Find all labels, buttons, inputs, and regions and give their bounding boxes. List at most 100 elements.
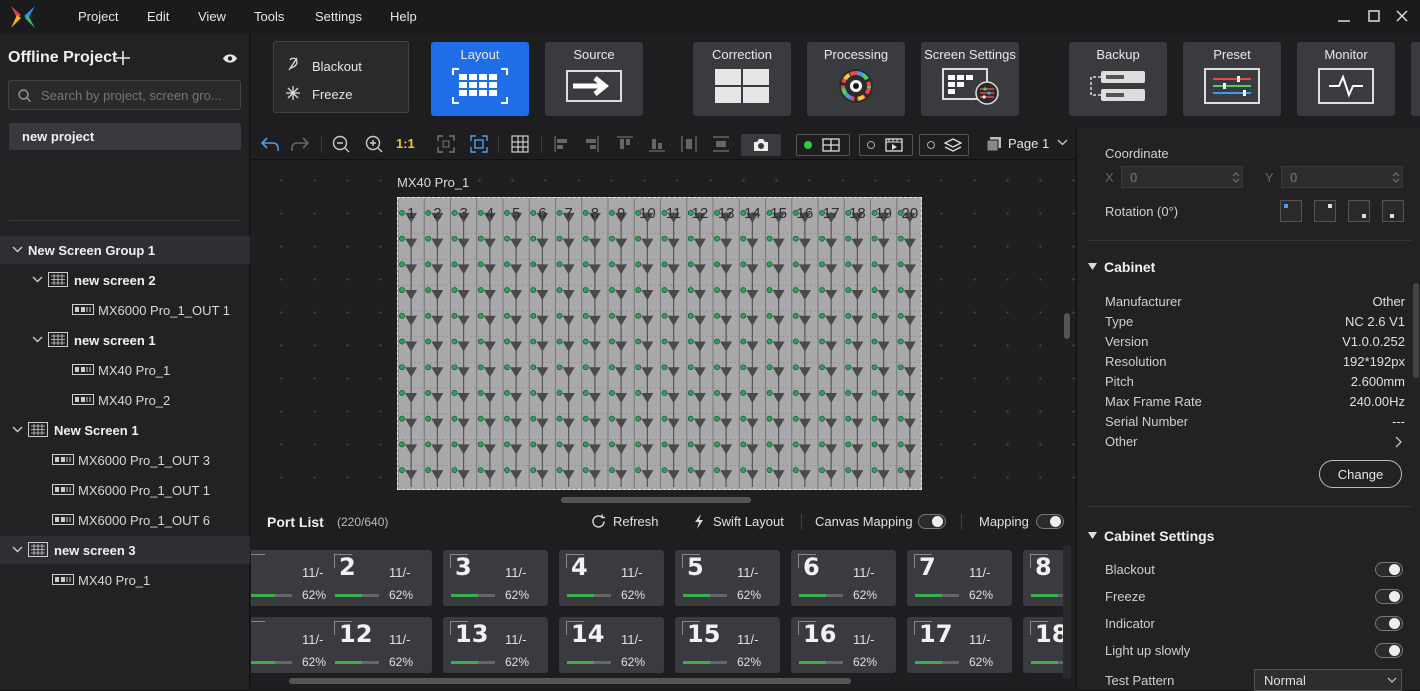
menu-view[interactable]: View (198, 9, 226, 24)
distribute-vertical-icon[interactable] (713, 136, 729, 152)
menu-tools[interactable]: Tools (254, 9, 284, 24)
menu-help[interactable]: Help (390, 9, 417, 24)
chevron-down-icon[interactable] (12, 546, 23, 553)
chevron-down-icon[interactable] (12, 246, 23, 253)
eye-icon[interactable] (222, 53, 238, 64)
origin-top-left-button[interactable] (1280, 200, 1302, 222)
properties-scrollbar[interactable] (1413, 283, 1419, 378)
show-video-toggle[interactable] (859, 134, 913, 156)
tree-item[interactable]: MX6000 Pro_1_OUT 1 (0, 296, 250, 324)
align-right-icon[interactable] (583, 136, 599, 152)
tree-item[interactable]: MX6000 Pro_1_OUT 3 (0, 446, 250, 474)
chevron-down-icon[interactable] (12, 426, 23, 433)
add-icon[interactable] (116, 51, 130, 65)
redo-icon[interactable] (291, 136, 309, 152)
tree-item[interactable]: new screen 1 (0, 326, 250, 354)
tab-preset[interactable]: Preset (1183, 42, 1281, 116)
x-coordinate-field[interactable]: 0 (1121, 166, 1243, 188)
cabinet-grid[interactable]: 1 2 3 4 5 6 7 8 9 10 11 12 13 14 15 16 17 18 19 20 (397, 197, 922, 490)
port-horizontal-scrollbar[interactable] (289, 678, 851, 684)
tree-item[interactable]: new screen 2 (0, 266, 250, 294)
port-card[interactable]: 1811/-62% (1023, 617, 1063, 673)
menu-project[interactable]: Project (78, 9, 118, 24)
align-bottom-icon[interactable] (649, 136, 665, 152)
spinner-icon[interactable] (1232, 171, 1240, 184)
port-card[interactable]: 5 11/- 62% (675, 550, 780, 606)
page-selector[interactable]: Page 1 (1008, 136, 1049, 151)
setting-toggle[interactable] (1375, 589, 1403, 604)
collapse-triangle-icon[interactable] (1088, 532, 1097, 539)
tree-item[interactable]: MX6000 Pro_1_OUT 6 (0, 506, 250, 534)
align-left-icon[interactable] (554, 136, 570, 152)
port-card[interactable]: 15 11/- 62% (675, 617, 780, 673)
spinner-icon[interactable] (1392, 171, 1400, 184)
show-layers-toggle[interactable] (919, 134, 969, 156)
port-card[interactable]: 3 11/- 62% (443, 550, 548, 606)
port-card[interactable]: 4 11/- 62% (559, 550, 664, 606)
fit-selection-icon[interactable] (437, 135, 455, 153)
port-card[interactable]: 2 11/- 62% (327, 550, 432, 606)
port-card[interactable]: 811/-62% (1023, 550, 1063, 606)
chevron-down-icon[interactable] (1057, 139, 1068, 146)
screenshot-button[interactable] (741, 134, 781, 156)
port-card[interactable]: 16 11/- 62% (791, 617, 896, 673)
tree-item[interactable]: MX40 Pro_2 (0, 386, 250, 414)
refresh-button[interactable]: Refresh (613, 514, 659, 529)
horizontal-scrollbar[interactable] (561, 497, 751, 503)
test-pattern-select[interactable]: Normal (1254, 669, 1402, 691)
chevron-right-icon[interactable] (1395, 436, 1402, 448)
setting-toggle[interactable] (1375, 643, 1403, 658)
tab-monitor[interactable]: Monitor (1297, 42, 1395, 116)
tree-item[interactable]: MX40 Pro_1 (0, 356, 250, 384)
port-card[interactable]: 17 11/- 62% (907, 617, 1012, 673)
menu-edit[interactable]: Edit (147, 9, 169, 24)
port-card[interactable]: 7 11/- 62% (907, 550, 1012, 606)
tab-backup[interactable]: Backup (1069, 42, 1167, 116)
port-card[interactable]: 12 11/- 62% (327, 617, 432, 673)
tree-item[interactable]: MX40 Pro_1 (0, 566, 250, 594)
chevron-down-icon[interactable] (32, 336, 43, 343)
tab-correction[interactable]: Correction (693, 42, 791, 116)
origin-bottom-right-button[interactable] (1348, 200, 1370, 222)
minimize-icon[interactable] (1338, 10, 1350, 22)
fit-screen-icon[interactable] (470, 135, 488, 153)
layout-canvas[interactable]: MX40 Pro_1 1 2 3 4 5 6 7 8 9 10 11 12 13 14 15 16 17 18 19… (251, 160, 1075, 505)
tab-layout[interactable]: Layout (431, 42, 529, 116)
freeze-button[interactable]: Freeze (312, 87, 352, 102)
undo-icon[interactable] (261, 136, 279, 152)
tree-item[interactable]: MX6000 Pro_1_OUT 1 (0, 476, 250, 504)
align-top-icon[interactable] (617, 136, 633, 152)
zoom-in-icon[interactable] (365, 135, 383, 153)
setting-toggle[interactable] (1375, 616, 1403, 631)
tab-screen-settings[interactable]: Screen Settings (921, 42, 1019, 116)
blackout-button[interactable]: Blackout (312, 59, 362, 74)
zoom-out-icon[interactable] (332, 135, 350, 153)
tab-processing[interactable]: Processing (807, 42, 905, 116)
grid-icon[interactable] (511, 135, 529, 153)
setting-toggle[interactable] (1375, 562, 1403, 577)
y-coordinate-field[interactable]: 0 (1281, 166, 1403, 188)
canvas-mapping-toggle[interactable] (918, 514, 946, 529)
vertical-scrollbar[interactable] (1064, 313, 1070, 339)
menu-settings[interactable]: Settings (315, 9, 362, 24)
tree-item[interactable]: new screen 3 (0, 536, 250, 564)
search-input[interactable] (41, 86, 237, 104)
search-box[interactable] (8, 80, 241, 110)
project-item[interactable]: new project (9, 123, 241, 150)
port-card[interactable]: 6 11/- 62% (791, 550, 896, 606)
tree-item[interactable]: New Screen 1 (0, 416, 250, 444)
origin-bottom-left-button[interactable] (1382, 200, 1404, 222)
distribute-horizontal-icon[interactable] (681, 136, 697, 152)
swift-layout-button[interactable]: Swift Layout (713, 514, 784, 529)
close-icon[interactable] (1396, 10, 1408, 22)
tab-source[interactable]: Source (545, 42, 643, 116)
maximize-icon[interactable] (1368, 10, 1380, 22)
zoom-actual-size-button[interactable]: 1:1 (396, 136, 415, 151)
chevron-down-icon[interactable] (32, 276, 43, 283)
mapping-toggle[interactable] (1036, 514, 1064, 529)
tree-item[interactable]: New Screen Group 1 (0, 236, 250, 264)
port-vertical-scrollbar[interactable] (1063, 546, 1071, 678)
collapse-triangle-icon[interactable] (1088, 263, 1097, 270)
port-card[interactable]: 14 11/- 62% (559, 617, 664, 673)
change-button[interactable]: Change (1319, 460, 1402, 488)
